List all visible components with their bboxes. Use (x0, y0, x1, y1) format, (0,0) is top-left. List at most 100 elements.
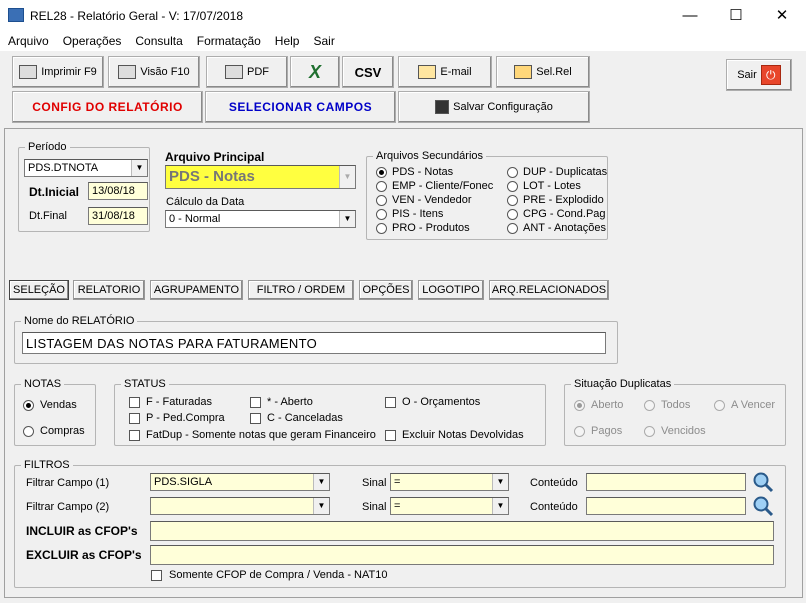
sinal2-select[interactable]: = ▼ (390, 497, 509, 515)
dt-final-input[interactable]: 31/08/18 (88, 207, 148, 225)
excel-button[interactable]: X (290, 56, 340, 88)
nome-relatorio-input[interactable]: LISTAGEM DAS NOTAS PARA FATURAMENTO (22, 332, 606, 354)
radio-pre[interactable] (507, 195, 518, 206)
radio-lot[interactable] (507, 181, 518, 192)
pdf-printer-icon (225, 65, 243, 79)
situacao-legend: Situação Duplicatas (574, 378, 672, 390)
radio-label-ven: VEN - Vendedor (392, 194, 472, 206)
incluir-cfop-label: INCLUIR as CFOP's (26, 524, 138, 538)
radio-label-pds-notas: PDS - Notas (392, 166, 454, 178)
close-button[interactable]: ✕ (759, 0, 805, 31)
radio-sit-pagos[interactable] (574, 426, 585, 437)
checkbox-fatdup[interactable] (129, 430, 140, 441)
radio-sit-vencidos[interactable] (644, 426, 655, 437)
tab-relatorio[interactable]: RELATORIO (73, 280, 145, 300)
window-title: REL28 - Relatório Geral - V: 17/07/2018 (30, 9, 244, 23)
radio-ven[interactable] (376, 195, 387, 206)
config-report-button[interactable]: CONFIG DO RELATÓRIO (12, 91, 203, 123)
select-fields-button[interactable]: SELECIONAR CAMPOS (205, 91, 396, 123)
excluir-cfop-input[interactable] (150, 545, 774, 565)
radio-vendas[interactable] (23, 400, 34, 411)
radio-compras[interactable] (23, 426, 34, 437)
conteudo1-input[interactable] (586, 473, 746, 491)
tab-filtro-ordem[interactable]: FILTRO / ORDEM (248, 280, 354, 300)
menu-sair[interactable]: Sair (305, 31, 340, 48)
arquivo-principal-select[interactable]: PDS - Notas ▼ (165, 165, 356, 189)
radio-label-pre: PRE - Explodido (523, 194, 604, 206)
dt-inicial-input[interactable]: 13/08/18 (88, 182, 148, 200)
radio-pis[interactable] (376, 209, 387, 220)
excluir-cfop-label: EXCLUIR as CFOP's (26, 548, 142, 562)
email-label: E-mail (440, 66, 472, 78)
sinal1-select[interactable]: = ▼ (390, 473, 509, 491)
tab-agrupamento[interactable]: AGRUPAMENTO (150, 280, 243, 300)
radio-dup[interactable] (507, 167, 518, 178)
csv-button[interactable]: CSV (342, 56, 394, 88)
tab-opcoes[interactable]: OPÇÕES (359, 280, 413, 300)
radio-sit-a-vencer[interactable] (714, 400, 725, 411)
label-somente-cfop: Somente CFOP de Compra / Venda - NAT10 (169, 569, 388, 581)
selrel-button[interactable]: Sel.Rel (496, 56, 590, 88)
app-icon (8, 8, 24, 22)
label-sit-vencidos: Vencidos (661, 425, 706, 437)
save-config-label: Salvar Configuração (453, 101, 553, 113)
radio-label-compras: Compras (40, 425, 85, 437)
tab-selecao[interactable]: SELEÇÃO (9, 280, 69, 300)
menu-arquivo[interactable]: Arquivo (0, 31, 55, 48)
periodo-field-select[interactable]: PDS.DTNOTA ▼ (24, 159, 148, 177)
maximize-button[interactable]: ☐ (713, 0, 759, 31)
incluir-cfop-input[interactable] (150, 521, 774, 541)
sinal2-label: Sinal (362, 501, 387, 513)
preview-button[interactable]: Visão F10 (108, 56, 200, 88)
radio-label-pis: PIS - Itens (392, 208, 444, 220)
checkbox-ped-compra[interactable] (129, 413, 140, 424)
email-button[interactable]: E-mail (398, 56, 492, 88)
radio-sit-aberto[interactable] (574, 400, 585, 411)
radio-sit-todos[interactable] (644, 400, 655, 411)
filtrar-campo2-select[interactable]: ▼ (150, 497, 330, 515)
preview-printer-icon (118, 65, 137, 79)
chevron-down-icon[interactable]: ▼ (131, 160, 147, 176)
radio-pds-notas[interactable] (376, 167, 387, 178)
radio-label-pro: PRO - Produtos (392, 222, 470, 234)
campo2-chevron-down-icon[interactable]: ▼ (313, 498, 329, 514)
label-fatdup: FatDup - Somente notas que geram Finance… (146, 429, 376, 441)
sinal2-chevron-down-icon[interactable]: ▼ (492, 498, 508, 514)
radio-emp[interactable] (376, 181, 387, 192)
radio-pro[interactable] (376, 223, 387, 234)
calculo-chevron-down-icon[interactable]: ▼ (339, 211, 355, 227)
campo1-chevron-down-icon[interactable]: ▼ (313, 474, 329, 490)
menu-consulta[interactable]: Consulta (127, 31, 188, 48)
minimize-button[interactable]: — (667, 0, 713, 31)
search-icon[interactable] (752, 471, 774, 493)
sinal1-chevron-down-icon[interactable]: ▼ (492, 474, 508, 490)
filtrar-campo1-label: Filtrar Campo (1) (26, 477, 110, 489)
menu-help[interactable]: Help (267, 31, 306, 48)
calculo-data-select[interactable]: 0 - Normal ▼ (165, 210, 356, 228)
save-config-button[interactable]: Salvar Configuração (398, 91, 590, 123)
checkbox-canceladas[interactable] (250, 413, 261, 424)
sinal1-label: Sinal (362, 477, 387, 489)
radio-ant[interactable] (507, 223, 518, 234)
conteudo2-input[interactable] (586, 497, 746, 515)
pdf-button[interactable]: PDF (206, 56, 288, 88)
checkbox-faturadas[interactable] (129, 397, 140, 408)
menu-formatacao[interactable]: Formatação (189, 31, 267, 48)
menu-operacoes[interactable]: Operações (55, 31, 128, 48)
notas-legend: NOTAS (24, 378, 62, 390)
arquivos-secundarios-legend: Arquivos Secundários (376, 150, 484, 162)
filtrar-campo1-select[interactable]: PDS.SIGLA ▼ (150, 473, 330, 491)
arquivo-chevron-down-icon[interactable]: ▼ (339, 166, 355, 188)
checkbox-excluir-devolvidas[interactable] (385, 430, 396, 441)
exit-button[interactable]: Sair ⏻ (726, 59, 792, 91)
radio-cpg[interactable] (507, 209, 518, 220)
nome-relatorio-legend: Nome do RELATÓRIO (24, 315, 135, 327)
print-button[interactable]: Imprimir F9 (12, 56, 104, 88)
conteudo1-label: Conteúdo (530, 477, 578, 489)
checkbox-somente-cfop[interactable] (151, 570, 162, 581)
search-icon-2[interactable] (752, 495, 774, 517)
tab-arq-relacionados[interactable]: ARQ.RELACIONADOS (489, 280, 609, 300)
checkbox-aberto[interactable] (250, 397, 261, 408)
tab-logotipo[interactable]: LOGOTIPO (418, 280, 484, 300)
checkbox-orcamentos[interactable] (385, 397, 396, 408)
